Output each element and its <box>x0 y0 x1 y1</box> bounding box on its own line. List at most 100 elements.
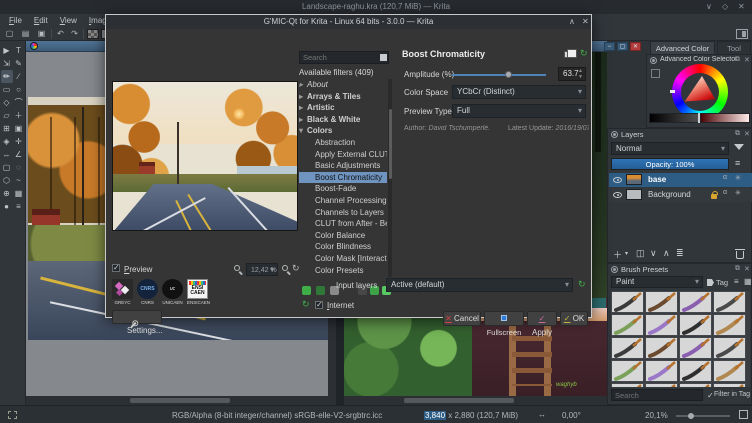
filter-tree-scrollbar[interactable] <box>388 79 392 277</box>
filter-tree-item[interactable]: ▾ Colors <box>299 125 387 137</box>
filter-tree-item[interactable]: ▸ Arrays & Tiles <box>299 91 387 103</box>
duplicate-layer-icon[interactable]: ◫ <box>636 248 645 259</box>
update-filters-icon[interactable]: ↻ <box>302 300 310 309</box>
layer-properties-icon[interactable]: ✳ <box>735 189 741 197</box>
alpha-lock-icon[interactable]: α <box>723 189 727 196</box>
tool-button-icon[interactable]: ✏ <box>0 70 13 83</box>
layer-thumbnail[interactable] <box>626 189 642 200</box>
tool-button-icon[interactable]: ▣ <box>13 122 25 135</box>
filter-funnel-icon[interactable] <box>734 144 744 150</box>
tool-button-icon[interactable]: ⌒ <box>13 96 25 109</box>
apply-button[interactable]: ✓ Apply <box>527 311 557 337</box>
previewtype-select[interactable]: Full ▾ <box>452 104 586 118</box>
amplitude-slider[interactable] <box>452 74 546 76</box>
tool-button-icon[interactable]: ∠ <box>13 148 25 161</box>
float-docker-icon[interactable]: ⧉ <box>735 130 740 138</box>
blend-mode-select[interactable]: Normal ▾ <box>611 142 729 155</box>
layer-options-icon[interactable]: ≡ <box>735 158 740 168</box>
brush-preset-thumbnail[interactable] <box>645 383 678 387</box>
brush-preset-thumbnail[interactable] <box>713 360 746 382</box>
menu-item-edit[interactable]: Edit <box>29 16 53 25</box>
internet-checkbox[interactable]: ✓ <box>315 300 323 309</box>
tool-button-icon[interactable]: ＋ <box>13 109 25 122</box>
horizontal-scrollbar[interactable] <box>26 396 336 405</box>
tool-button-icon[interactable]: ▦ <box>13 187 25 200</box>
tool-button-icon[interactable]: ↔ <box>1 148 13 161</box>
tag-icon[interactable] <box>707 279 714 286</box>
alpha-lock-icon[interactable]: α <box>723 174 727 181</box>
filter-in-tag-label[interactable]: Filter in Tag <box>714 391 750 398</box>
tool-button-icon[interactable]: ⊞ <box>1 122 13 135</box>
tool-button-icon[interactable]: ⬡ <box>1 174 13 187</box>
brush-preset-thumbnail[interactable] <box>645 337 678 359</box>
tag-button[interactable]: Tag <box>716 278 728 287</box>
grid-view-icon[interactable]: ▦ <box>744 277 752 286</box>
brush-preset-thumbnail[interactable] <box>679 314 712 336</box>
list-view-icon[interactable]: ≡ <box>734 277 739 286</box>
layer-properties-button-icon[interactable]: ≣ <box>676 248 684 259</box>
tool-button-icon[interactable]: ○ <box>13 83 25 96</box>
filter-tree-item[interactable]: Color Balance <box>299 230 387 242</box>
brush-preset-thumbnail[interactable] <box>713 337 746 359</box>
internet-checkbox-label[interactable]: Internet <box>327 301 354 310</box>
brush-preset-thumbnail[interactable] <box>713 291 746 313</box>
gmic-dialog-titlebar[interactable]: G'MIC-Qt for Krita - Linux 64 bits - 3.0… <box>106 15 591 29</box>
zoom-in-icon[interactable] <box>282 265 288 271</box>
filter-tree-item[interactable]: Channel Processing <box>299 195 387 207</box>
tool-button-icon[interactable]: ∕ <box>13 70 25 83</box>
fullscreen-button[interactable]: Fullscreen <box>484 311 524 337</box>
tree-caret-icon[interactable]: ▸ <box>299 114 307 126</box>
filter-tree-item[interactable]: Channels to Layers <box>299 207 387 219</box>
layer-visible-icon[interactable] <box>613 177 622 183</box>
filter-tree-item[interactable]: Color Presets <box>299 265 387 277</box>
filter-tree-item[interactable]: Apply External CLUT <box>299 149 387 161</box>
preview-zoom-select[interactable]: 12,42 % ▾ <box>246 263 278 276</box>
opacity-slider[interactable]: Opacity: 100% <box>611 158 729 170</box>
brush-preset-thumbnail[interactable] <box>611 314 644 336</box>
layer-thumbnail[interactable] <box>626 174 642 185</box>
tool-button-icon[interactable]: ◇ <box>1 96 13 109</box>
brush-preset-thumbnail[interactable] <box>611 337 644 359</box>
filter-tree-item[interactable]: Color Mask [Interactive] <box>299 253 387 265</box>
tool-button-icon[interactable]: ● <box>1 200 13 213</box>
workspace-chooser-icon[interactable] <box>736 29 748 39</box>
filter-search-input[interactable] <box>299 51 389 64</box>
filter-tree-item[interactable]: ▸ Artistic <box>299 102 387 114</box>
subwindow-minimize-icon[interactable]: − <box>604 42 615 51</box>
window-minimize-icon[interactable]: ∨ <box>706 2 712 11</box>
tool-button-icon[interactable]: ≡ <box>13 200 25 213</box>
horizontal-scrollbar[interactable] <box>344 396 607 405</box>
add-layer-dropdown-icon[interactable]: ▾ <box>625 250 628 257</box>
close-docker-icon[interactable]: ✕ <box>744 130 750 138</box>
brush-preset-thumbnail[interactable] <box>611 291 644 313</box>
settings-button[interactable]: Settings... <box>112 310 163 335</box>
filter-in-tag-check-icon[interactable]: ✓ <box>707 391 714 400</box>
tool-button-icon[interactable]: ◈ <box>1 135 13 148</box>
filter-tree-item[interactable]: ▸ Black & White <box>299 114 387 126</box>
selection-mode-icon[interactable] <box>8 411 17 419</box>
amplitude-spinbox[interactable]: 63.7 ▲ ▼ <box>558 67 586 81</box>
tool-button-icon[interactable]: ⊕ <box>1 187 13 200</box>
filter-tree-item[interactable]: ▸ About <box>299 79 387 91</box>
reset-filter-icon[interactable]: ↻ <box>580 49 588 58</box>
refresh-layers-icon[interactable]: ↻ <box>578 280 586 289</box>
brush-preset-thumbnail[interactable] <box>713 383 746 387</box>
tree-caret-icon[interactable]: ▸ <box>299 91 307 103</box>
tool-button-icon[interactable]: ▢ <box>1 161 13 174</box>
brush-preset-thumbnail[interactable] <box>645 314 678 336</box>
add-layer-icon[interactable]: ＋ <box>613 248 622 261</box>
ok-button[interactable]: ✓ OK <box>560 311 588 326</box>
amplitude-slider-handle[interactable] <box>505 71 512 78</box>
tool-button-icon[interactable]: ⇲ <box>1 57 13 70</box>
brush-preset-thumbnail[interactable] <box>713 314 746 336</box>
undo-icon[interactable]: ↶ <box>55 29 66 39</box>
shade-slider-right[interactable] <box>700 113 750 123</box>
brush-preset-thumbnail[interactable] <box>679 360 712 382</box>
float-docker-icon[interactable]: ⧉ <box>735 56 740 64</box>
brush-preset-thumbnail[interactable] <box>679 383 712 387</box>
add-fave-icon[interactable] <box>302 286 311 295</box>
gradient-swatch-icon[interactable] <box>87 29 99 39</box>
window-maximize-icon[interactable]: ◇ <box>722 2 728 11</box>
brush-tag-select[interactable]: Paint ▾ <box>611 276 703 288</box>
remove-fave-icon[interactable] <box>316 286 325 295</box>
